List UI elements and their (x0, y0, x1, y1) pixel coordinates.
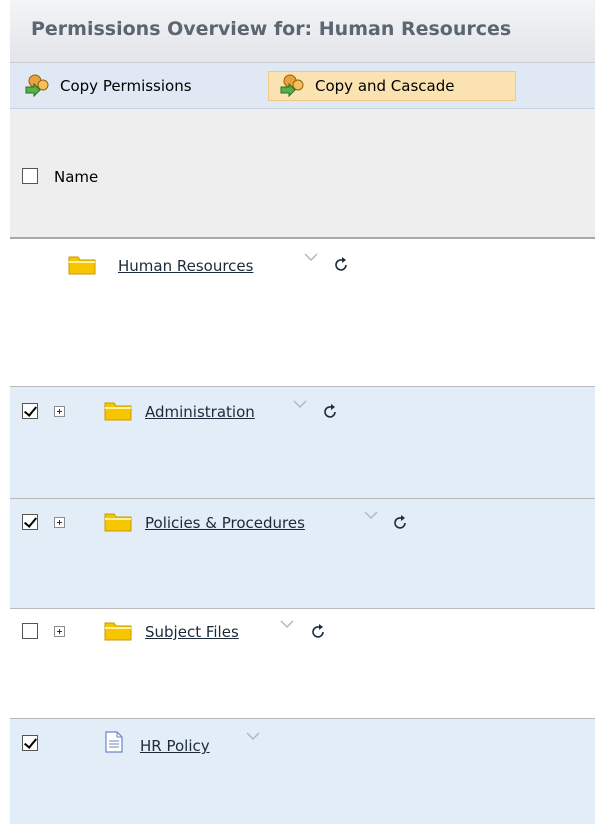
chevron-down-icon[interactable] (246, 731, 260, 741)
chevron-down-icon[interactable] (293, 399, 307, 409)
table-row-administration: Administration (10, 387, 595, 499)
select-all-checkbox[interactable] (22, 168, 38, 184)
table-row-human-resources: Human Resources (10, 239, 595, 387)
copy-and-cascade-icon (280, 74, 304, 98)
copy-permissions-icon (25, 74, 49, 98)
toolbar: Copy Permissions Copy and Cascade (10, 63, 595, 109)
app-frame: Permissions Overview for: Human Resource… (0, 0, 595, 824)
row-link-administration[interactable]: Administration (145, 403, 255, 421)
folder-icon (68, 256, 96, 275)
expand-icon[interactable] (54, 517, 65, 528)
page-title: Permissions Overview for: Human Resource… (31, 18, 512, 40)
row-link-policies-procedures[interactable]: Policies & Procedures (145, 514, 305, 532)
row-link-subject-files[interactable]: Subject Files (145, 623, 239, 641)
refresh-icon[interactable] (335, 257, 349, 273)
copy-permissions-button[interactable]: Copy Permissions (18, 71, 258, 101)
folder-icon (104, 622, 132, 641)
table-row-policies-procedures: Policies & Procedures (10, 499, 595, 609)
expand-icon[interactable] (54, 626, 65, 637)
permissions-panel: Permissions Overview for: Human Resource… (10, 0, 595, 824)
table-row-subject-files: Subject Files (10, 609, 595, 719)
table-header: Name (10, 109, 595, 239)
left-gutter (0, 0, 10, 824)
row-checkbox[interactable] (22, 403, 38, 419)
refresh-icon[interactable] (312, 624, 326, 640)
document-icon (105, 731, 123, 753)
folder-icon (104, 402, 132, 421)
row-link-human-resources[interactable]: Human Resources (118, 257, 253, 275)
row-checkbox[interactable] (22, 623, 38, 639)
copy-permissions-label: Copy Permissions (60, 77, 192, 95)
name-column-header: Name (54, 168, 99, 186)
copy-and-cascade-button[interactable]: Copy and Cascade (268, 71, 516, 101)
row-checkbox[interactable] (22, 735, 38, 751)
copy-and-cascade-label: Copy and Cascade (315, 77, 455, 95)
refresh-icon[interactable] (324, 404, 338, 420)
refresh-icon[interactable] (394, 515, 408, 531)
row-link-hr-policy[interactable]: HR Policy (140, 737, 210, 755)
expand-icon[interactable] (54, 406, 65, 417)
folder-icon (104, 513, 132, 532)
row-checkbox[interactable] (22, 514, 38, 530)
title-bar: Permissions Overview for: Human Resource… (10, 0, 595, 63)
chevron-down-icon[interactable] (280, 619, 294, 629)
chevron-down-icon[interactable] (304, 252, 318, 262)
chevron-down-icon[interactable] (364, 510, 378, 520)
table-row-hr-policy: HR Policy (10, 719, 595, 824)
